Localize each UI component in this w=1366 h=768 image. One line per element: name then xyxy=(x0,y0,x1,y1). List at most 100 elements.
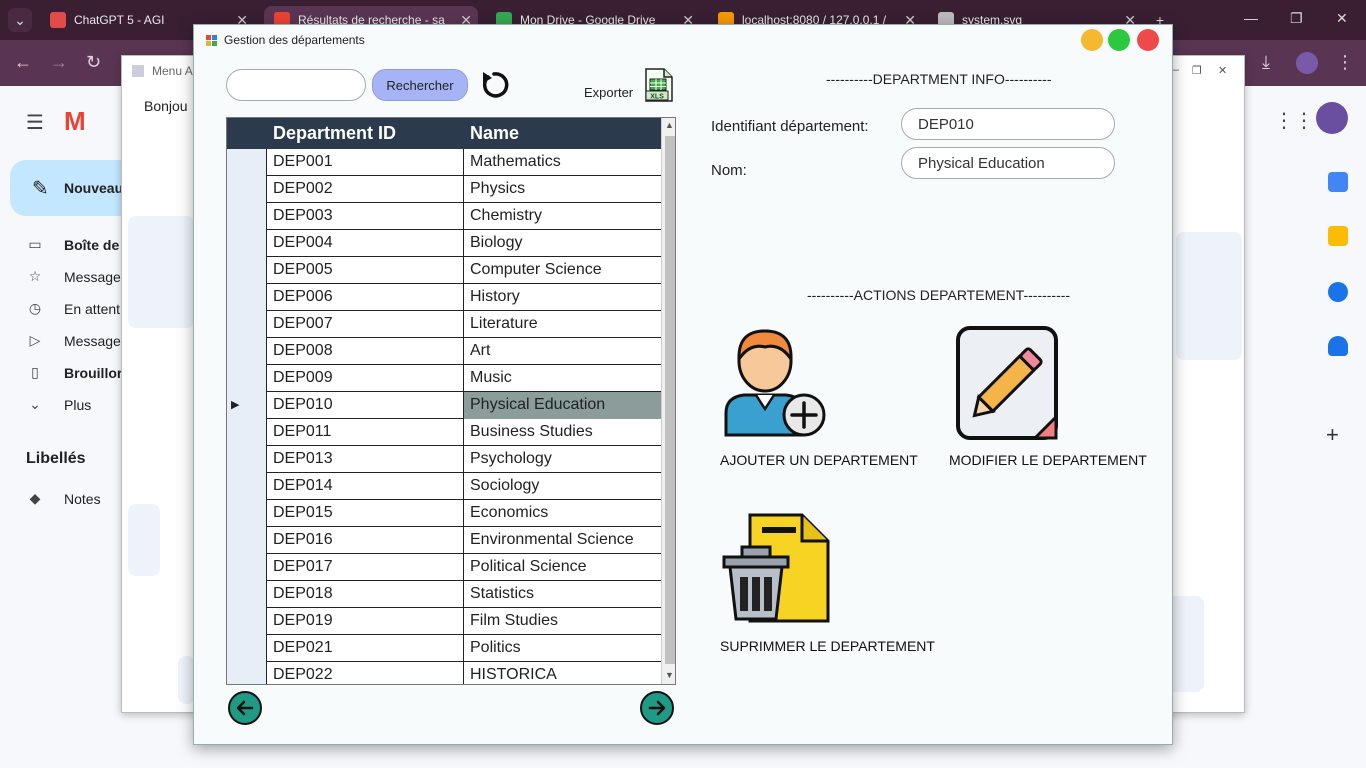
excel-export-icon[interactable]: XLS xyxy=(642,67,674,103)
cell-department-id[interactable]: DEP016 xyxy=(267,527,464,554)
cell-department-id[interactable]: DEP008 xyxy=(267,338,464,365)
tasks-icon[interactable] xyxy=(1328,282,1348,302)
nav-item[interactable]: ◷ En attent xyxy=(26,300,120,317)
row-selector[interactable] xyxy=(227,365,267,392)
row-selector[interactable]: ▶ xyxy=(227,392,267,419)
download-icon[interactable]: ⤓ xyxy=(1262,52,1270,73)
department-id-field[interactable] xyxy=(901,108,1115,140)
cell-department-id[interactable]: DEP002 xyxy=(267,176,464,203)
minimize-icon[interactable]: — xyxy=(1244,10,1258,26)
cell-name[interactable]: Environmental Science xyxy=(464,527,661,554)
table-row[interactable]: DEP008 Art xyxy=(227,338,661,365)
close-dot-button[interactable] xyxy=(1137,29,1159,51)
cell-department-id[interactable]: DEP001 xyxy=(267,149,464,176)
delete-department-button[interactable]: SUPRIMMER LE DEPARTEMENT xyxy=(720,513,940,663)
tab-search-button[interactable]: ⌄ xyxy=(8,8,32,32)
cell-name[interactable]: Economics xyxy=(464,500,661,527)
nav-item[interactable]: ▷ Message xyxy=(26,332,121,349)
forward-icon[interactable]: → xyxy=(50,52,68,73)
cell-name[interactable]: Statistics xyxy=(464,581,661,608)
header-department-id[interactable]: Department ID xyxy=(273,123,396,144)
cell-department-id[interactable]: DEP019 xyxy=(267,608,464,635)
label-notes[interactable]: ◆ Notes xyxy=(26,490,101,507)
row-selector[interactable] xyxy=(227,446,267,473)
cell-department-id[interactable]: DEP014 xyxy=(267,473,464,500)
row-selector[interactable] xyxy=(227,473,267,500)
calendar-icon[interactable] xyxy=(1328,172,1348,192)
cell-name[interactable]: Chemistry xyxy=(464,203,661,230)
scroll-up-icon[interactable]: ▲ xyxy=(665,120,674,130)
profile-avatar[interactable] xyxy=(1296,52,1318,74)
minimize-dot-button[interactable] xyxy=(1081,29,1103,51)
cell-department-id[interactable]: DEP018 xyxy=(267,581,464,608)
cell-name[interactable]: Biology xyxy=(464,230,661,257)
department-name-field[interactable] xyxy=(901,147,1115,179)
hamburger-menu-icon[interactable]: ☰ xyxy=(26,110,44,135)
table-row[interactable]: ▶ DEP010 Physical Education xyxy=(227,392,661,419)
cell-name[interactable]: Psychology xyxy=(464,446,661,473)
cell-department-id[interactable]: DEP017 xyxy=(267,554,464,581)
cell-name[interactable]: Politics xyxy=(464,635,661,662)
add-addon-icon[interactable]: + xyxy=(1326,422,1339,448)
department-grid[interactable]: Department ID Name DEP001 Mathematics DEP0… xyxy=(226,117,676,685)
cell-department-id[interactable]: DEP021 xyxy=(267,635,464,662)
contacts-icon[interactable] xyxy=(1328,336,1348,356)
table-row[interactable]: DEP006 History xyxy=(227,284,661,311)
table-row[interactable]: DEP021 Politics xyxy=(227,635,661,662)
row-selector[interactable] xyxy=(227,257,267,284)
row-selector[interactable] xyxy=(227,662,267,684)
row-selector[interactable] xyxy=(227,419,267,446)
table-row[interactable]: DEP015 Economics xyxy=(227,500,661,527)
table-row[interactable]: DEP011 Business Studies xyxy=(227,419,661,446)
cell-name[interactable]: Music xyxy=(464,365,661,392)
scroll-thumb[interactable] xyxy=(665,136,675,664)
restore-icon[interactable]: ❐ xyxy=(1290,10,1303,27)
menu-restore-icon[interactable]: ❐ xyxy=(1192,64,1202,77)
cell-department-id[interactable]: DEP003 xyxy=(267,203,464,230)
row-selector[interactable] xyxy=(227,338,267,365)
cell-department-id[interactable]: DEP005 xyxy=(267,257,464,284)
add-department-button[interactable]: AJOUTER UN DEPARTEMENT xyxy=(720,325,920,475)
keep-icon[interactable] xyxy=(1328,226,1348,246)
cell-name[interactable]: History xyxy=(464,284,661,311)
previous-page-button[interactable] xyxy=(228,691,262,725)
account-avatar[interactable] xyxy=(1316,102,1348,134)
refresh-icon[interactable] xyxy=(478,69,510,101)
nav-item[interactable]: ▭ Boîte de xyxy=(26,236,119,253)
row-selector[interactable] xyxy=(227,203,267,230)
row-selector[interactable] xyxy=(227,176,267,203)
table-row[interactable]: DEP004 Biology xyxy=(227,230,661,257)
nav-item[interactable]: ▯ Brouillor xyxy=(26,364,122,381)
table-row[interactable]: DEP001 Mathematics xyxy=(227,149,661,176)
cell-name[interactable]: Physical Education xyxy=(464,392,661,419)
table-row[interactable]: DEP003 Chemistry xyxy=(227,203,661,230)
more-icon[interactable]: ⋮ xyxy=(1336,52,1354,73)
row-selector[interactable] xyxy=(227,554,267,581)
cell-department-id[interactable]: DEP007 xyxy=(267,311,464,338)
table-row[interactable]: DEP016 Environmental Science xyxy=(227,527,661,554)
cell-department-id[interactable]: DEP010 xyxy=(267,392,464,419)
grid-scrollbar[interactable]: ▲ ▼ xyxy=(661,118,675,684)
row-selector[interactable] xyxy=(227,149,267,176)
table-row[interactable]: DEP022 HISTORICA xyxy=(227,662,661,684)
cell-department-id[interactable]: DEP011 xyxy=(267,419,464,446)
table-row[interactable]: DEP018 Statistics xyxy=(227,581,661,608)
cell-name[interactable]: Mathematics xyxy=(464,149,661,176)
table-row[interactable]: DEP009 Music xyxy=(227,365,661,392)
table-row[interactable]: DEP007 Literature xyxy=(227,311,661,338)
back-icon[interactable]: ← xyxy=(14,52,32,73)
cell-name[interactable]: Business Studies xyxy=(464,419,661,446)
header-name[interactable]: Name xyxy=(470,123,519,144)
scroll-down-icon[interactable]: ▼ xyxy=(665,670,674,680)
row-selector[interactable] xyxy=(227,311,267,338)
cell-department-id[interactable]: DEP006 xyxy=(267,284,464,311)
table-row[interactable]: DEP002 Physics xyxy=(227,176,661,203)
close-icon[interactable]: ✕ xyxy=(1336,10,1348,27)
cell-name[interactable]: Art xyxy=(464,338,661,365)
reload-icon[interactable]: ↻ xyxy=(86,52,101,73)
cell-name[interactable]: Political Science xyxy=(464,554,661,581)
cell-name[interactable]: HISTORICA xyxy=(464,662,661,684)
cell-department-id[interactable]: DEP022 xyxy=(267,662,464,684)
cell-name[interactable]: Sociology xyxy=(464,473,661,500)
row-selector[interactable] xyxy=(227,527,267,554)
